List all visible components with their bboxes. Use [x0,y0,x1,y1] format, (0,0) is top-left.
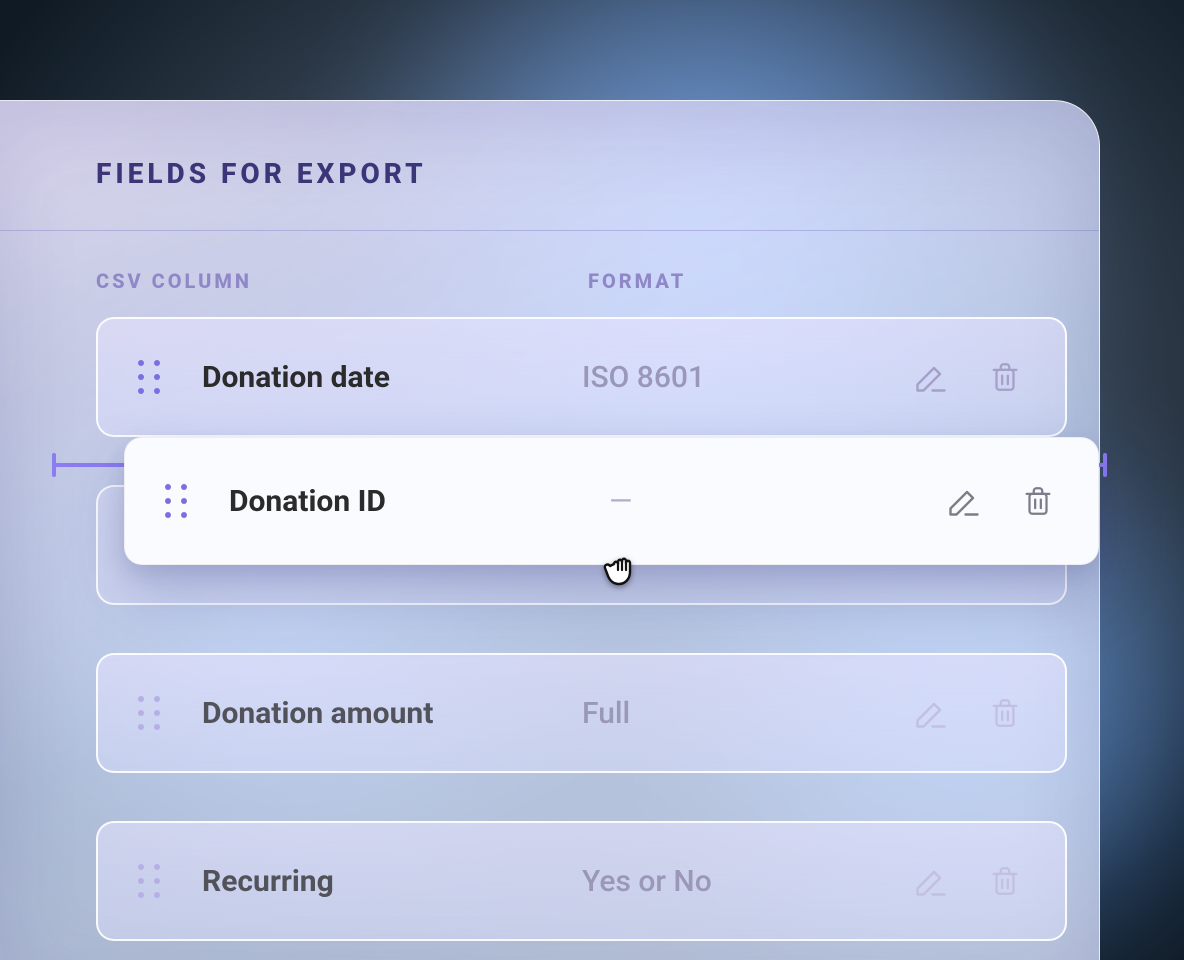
drag-handle-icon[interactable] [138,696,160,730]
field-name: Donation ID [229,484,609,519]
trash-icon[interactable] [985,861,1025,901]
field-name: Donation amount [202,696,582,731]
field-row[interactable]: Donation amount Full [96,653,1067,773]
field-row[interactable]: Donation date ISO 8601 [96,317,1067,437]
trash-icon[interactable] [985,357,1025,397]
field-row-dragging[interactable]: Donation ID — [124,437,1099,565]
pencil-icon[interactable] [911,861,951,901]
trash-icon[interactable] [985,693,1025,733]
pencil-icon[interactable] [911,357,951,397]
column-header-format: FORMAT [588,269,1099,293]
trash-icon[interactable] [1018,481,1058,521]
field-format: Full [582,696,911,731]
field-format: Yes or No [582,864,911,899]
export-fields-panel: FIELDS FOR EXPORT CSV COLUMN FORMAT Dona… [0,100,1100,960]
drag-handle-icon[interactable] [138,360,160,394]
field-format: — [609,484,944,519]
field-name: Recurring [202,864,582,899]
field-name: Donation date [202,360,582,395]
field-row[interactable]: Recurring Yes or No [96,821,1067,941]
panel-title: FIELDS FOR EXPORT [96,157,1099,190]
column-header-csv: CSV COLUMN [96,269,588,293]
drag-handle-icon[interactable] [138,864,160,898]
field-format: ISO 8601 [582,360,911,395]
drag-handle-icon[interactable] [165,484,187,518]
pencil-icon[interactable] [944,481,984,521]
pencil-icon[interactable] [911,693,951,733]
